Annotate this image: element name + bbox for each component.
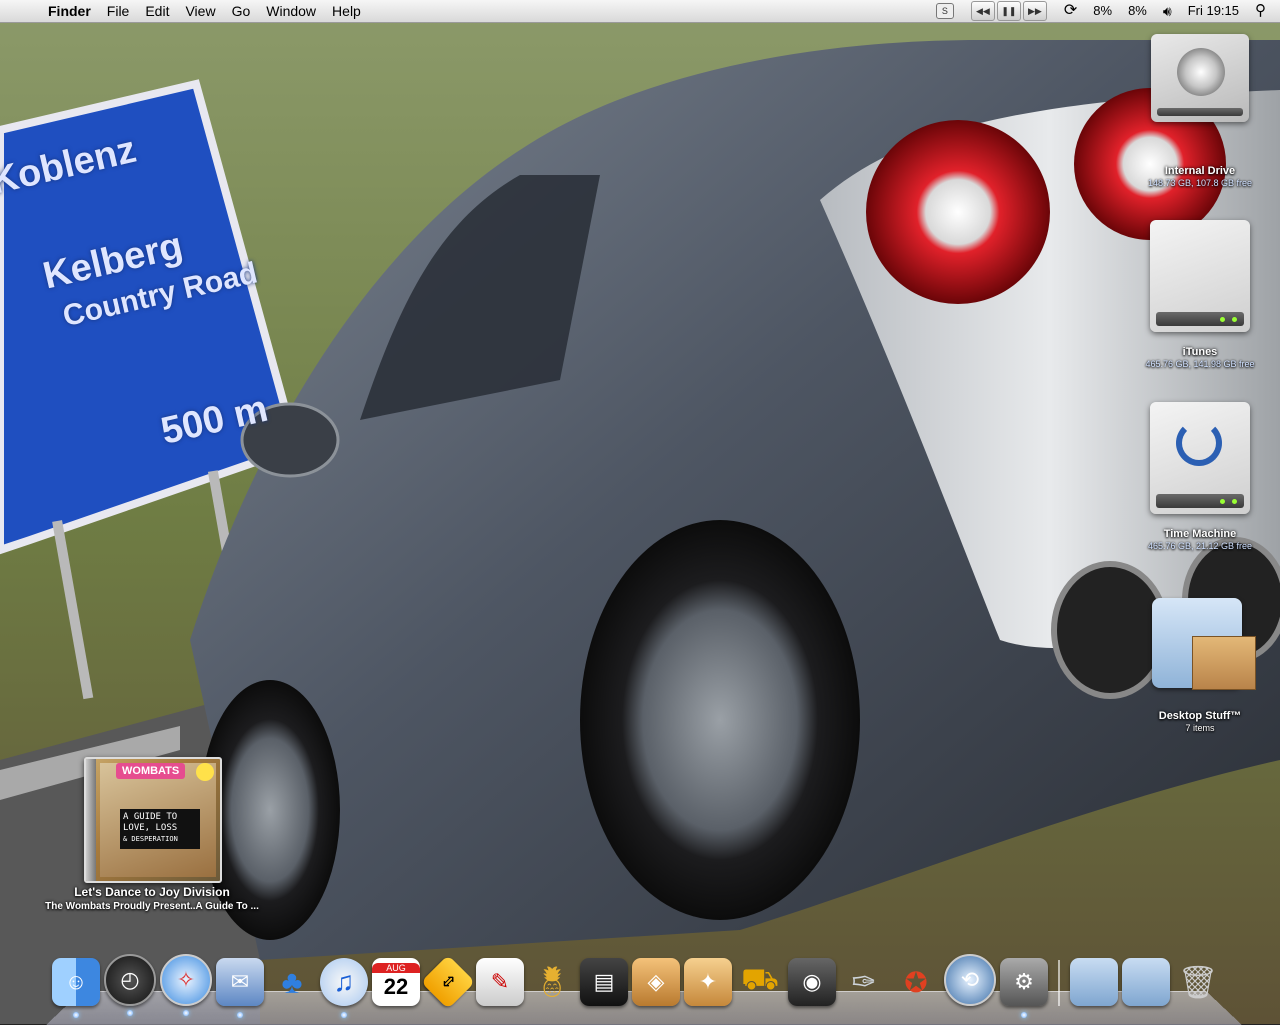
- adium-icon[interactable]: ♣: [268, 958, 316, 1006]
- cover-line: & DESPERATION: [123, 835, 178, 843]
- iphoto-icon[interactable]: ◈: [632, 958, 680, 1006]
- dock: ☺ ◴ ✧ ✉ ♣ ♫ AUG 22 ⇕ ✎ 🍍︎ ▤ ◈ ✦ ⛟ ◉ ✑ ✪ …: [50, 954, 1224, 1018]
- menu-help[interactable]: Help: [324, 0, 369, 22]
- running-indicator: [1021, 1012, 1027, 1018]
- desktop-icon-info: 465.76 GB, 141.98 GB free: [1145, 359, 1255, 369]
- volume-icon[interactable]: 🔊︎: [1155, 0, 1180, 22]
- dashboard-icon[interactable]: ◴: [104, 954, 156, 1016]
- time-machine-icon[interactable]: ⟲: [944, 954, 996, 1006]
- spotlight-search-icon[interactable]: ⚲: [1247, 0, 1280, 22]
- external-drive-icon: [1150, 220, 1250, 332]
- previous-track-icon[interactable]: ◀◀: [970, 1, 995, 21]
- safari-icon[interactable]: ✧: [160, 954, 212, 1016]
- raygun-icon[interactable]: ✪: [892, 958, 940, 1006]
- system-preferences-icon[interactable]: ⚙: [1000, 958, 1048, 1018]
- ical-icon[interactable]: AUG 22: [372, 958, 420, 1006]
- cover-line: LOVE, LOSS: [123, 823, 178, 833]
- album-band-logo: WOMBATS: [116, 763, 186, 779]
- itunes-controls: ◀◀ ❚❚ ▶▶: [962, 1, 1056, 21]
- menu-window[interactable]: Window: [258, 0, 324, 22]
- smiley-icon: [196, 763, 214, 781]
- menu-edit[interactable]: Edit: [137, 0, 177, 22]
- next-track-icon[interactable]: ▶▶: [1022, 1, 1047, 21]
- film-strip-icon[interactable]: ▤: [580, 958, 628, 1006]
- now-playing-track: Let's Dance to Joy Division: [74, 885, 230, 899]
- desktop-icon-info: 148.73 GB, 107.8 GB free: [1147, 178, 1253, 188]
- cpu-meter-2[interactable]: 8%: [1120, 0, 1155, 22]
- menu-go[interactable]: Go: [224, 0, 259, 22]
- desktop-icon-label: Desktop Stuff™: [1158, 710, 1242, 722]
- running-indicator: [73, 1012, 79, 1018]
- cover-line: A GUIDE TO: [123, 812, 178, 822]
- pause-icon[interactable]: ❚❚: [996, 1, 1021, 21]
- cd-burner-icon[interactable]: ◉: [788, 958, 836, 1006]
- menu-clock[interactable]: Fri 19:15: [1180, 0, 1247, 22]
- itunes-icon[interactable]: ♫: [320, 958, 368, 1018]
- preview-icon[interactable]: ✦: [684, 958, 732, 1006]
- now-playing-album: The Wombats Proudly Present..A Guide To …: [45, 901, 259, 912]
- menu-view[interactable]: View: [177, 0, 223, 22]
- desktop-icon-time-machine[interactable]: Time Machine 465.76 GB, 21.12 GB free: [1120, 402, 1280, 552]
- calendar-day: 22: [383, 974, 409, 999]
- now-playing-caption: Let's Dance to Joy Division The Wombats …: [20, 885, 284, 913]
- menu-bar: Finder File Edit View Go Window Help S ◀…: [0, 0, 1280, 23]
- desktop-icon-internal-drive[interactable]: Internal Drive 148.73 GB, 107.8 GB free: [1120, 34, 1280, 189]
- folder-with-box-icon: [1144, 588, 1256, 692]
- mail-icon[interactable]: ✉: [216, 958, 264, 1018]
- desktop-icon-desktop-stuff[interactable]: Desktop Stuff™ 7 items: [1120, 588, 1280, 734]
- cpu-meter-1[interactable]: 8%: [1085, 0, 1120, 22]
- calendar-month: AUG: [372, 963, 420, 973]
- album-cover-sign: A GUIDE TO LOVE, LOSS & DESPERATION: [120, 809, 200, 849]
- jewel-case-spine: [86, 759, 96, 881]
- menu-file[interactable]: File: [99, 0, 138, 22]
- hard-drive-icon: [1151, 34, 1249, 122]
- adium-cocktail-icon[interactable]: 🍍︎: [528, 958, 576, 1006]
- running-indicator: [237, 1012, 243, 1018]
- desktop-icon-itunes-drive[interactable]: iTunes 465.76 GB, 141.98 GB free: [1120, 220, 1280, 370]
- desktop-icon-label: Internal Drive: [1164, 165, 1236, 177]
- album-artwork[interactable]: WOMBATS A GUIDE TO LOVE, LOSS & DESPERAT…: [84, 757, 222, 883]
- skype-status-icon[interactable]: S: [928, 3, 962, 19]
- downloads-folder-icon[interactable]: [1122, 958, 1170, 1006]
- status-area: S ◀◀ ❚❚ ▶▶ ⟳ 8% 8% 🔊︎ Fri 19:15 ⚲: [928, 0, 1280, 22]
- quill-icon[interactable]: ✑: [840, 958, 888, 1006]
- dock-separator: [1058, 960, 1060, 1006]
- finder-icon[interactable]: ☺: [52, 958, 100, 1018]
- sync-icon[interactable]: ⟳: [1056, 0, 1085, 22]
- script-editor-icon[interactable]: ✎: [476, 958, 524, 1006]
- running-indicator: [183, 1010, 189, 1016]
- delivery-truck-icon[interactable]: ⛟: [736, 958, 784, 1006]
- desktop-icon-info: 465.76 GB, 21.12 GB free: [1147, 541, 1253, 551]
- trash-icon[interactable]: 🗑︎: [1174, 958, 1222, 1006]
- running-indicator: [127, 1010, 133, 1016]
- time-machine-drive-icon: [1150, 402, 1250, 514]
- running-indicator: [341, 1012, 347, 1018]
- desktop-icon-label: Time Machine: [1163, 528, 1237, 540]
- documents-folder-icon[interactable]: [1070, 958, 1118, 1006]
- desktop-icon-label: iTunes: [1182, 346, 1218, 358]
- transmit-icon[interactable]: ⇕: [420, 954, 476, 1010]
- menu-app-finder[interactable]: Finder: [40, 0, 99, 22]
- desktop-icon-info: 7 items: [1185, 723, 1215, 733]
